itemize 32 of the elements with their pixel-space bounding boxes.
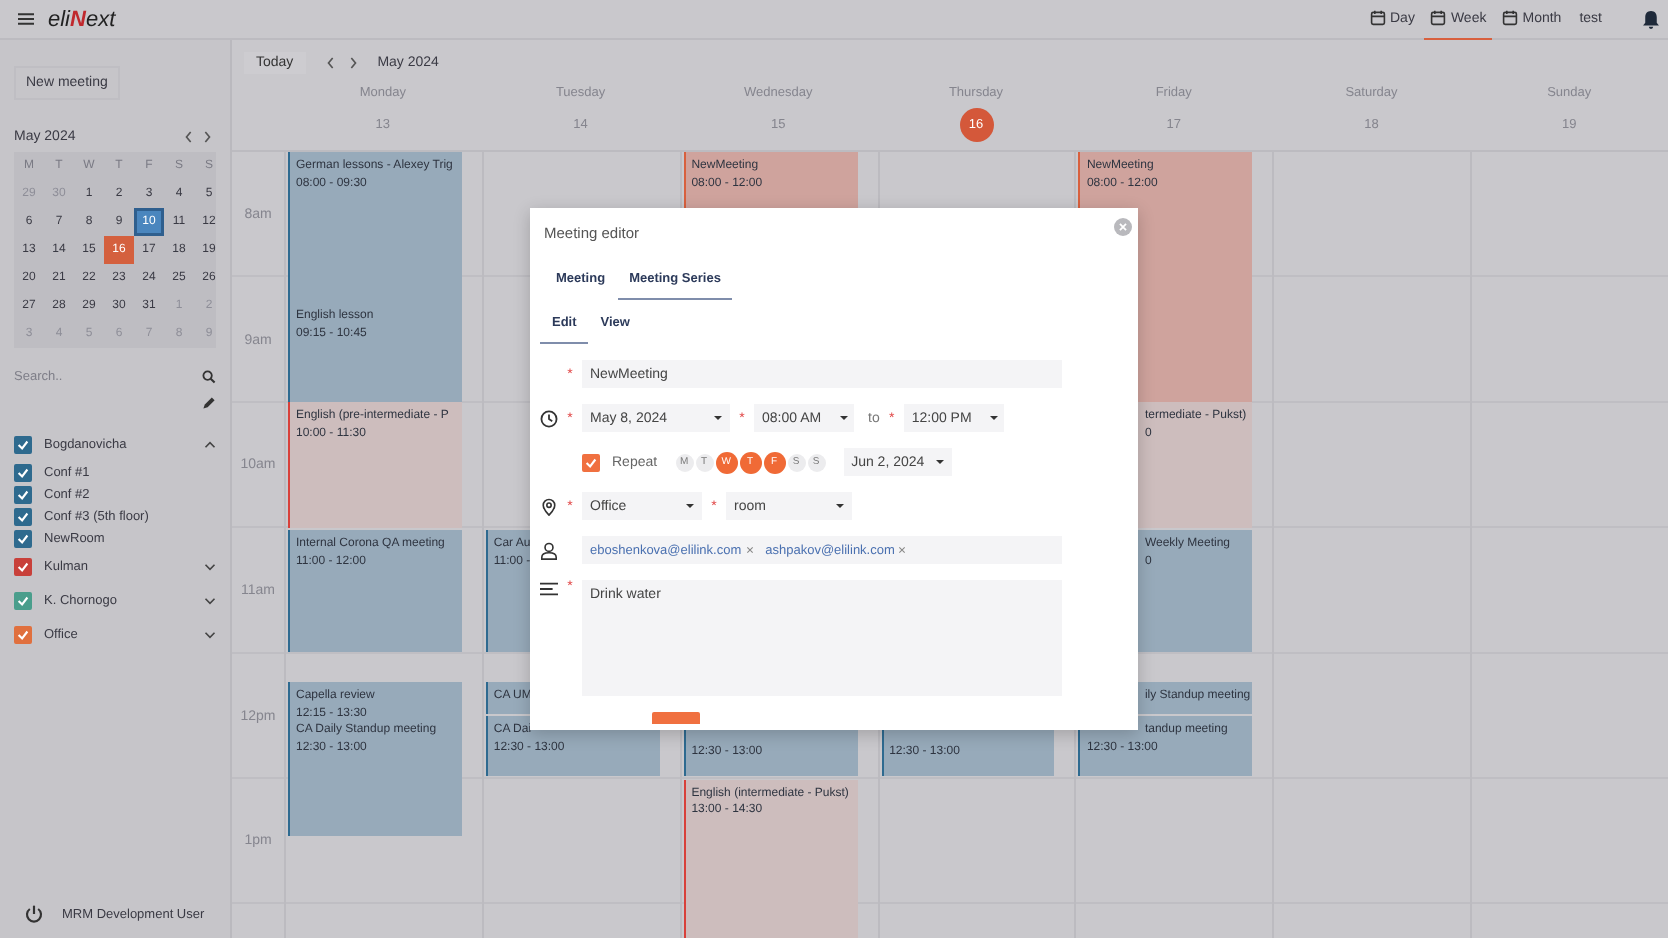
room-checkbox[interactable] xyxy=(14,530,32,548)
repeat-checkbox[interactable] xyxy=(582,453,600,471)
person-icon xyxy=(540,541,558,559)
room-checkbox[interactable] xyxy=(14,508,32,526)
chevron-right-icon[interactable] xyxy=(347,55,358,69)
calendar-checkbox[interactable] xyxy=(14,626,32,644)
chevron-left-icon[interactable] xyxy=(184,130,194,144)
calendar-icon xyxy=(1502,10,1519,26)
clock-icon xyxy=(540,409,558,427)
remove-icon[interactable] xyxy=(745,546,754,554)
menu-icon[interactable] xyxy=(18,12,34,26)
chevron-icon[interactable] xyxy=(204,630,216,640)
chevron-left-icon[interactable] xyxy=(325,55,336,69)
text-lines-icon xyxy=(540,580,558,598)
calendar-icon xyxy=(1430,10,1447,26)
calendar-checkbox[interactable] xyxy=(14,436,32,454)
calendar-checkbox[interactable] xyxy=(14,592,32,610)
chevron-icon[interactable] xyxy=(204,562,216,572)
chevron-icon[interactable] xyxy=(204,440,216,450)
logo: eliNext xyxy=(48,7,116,31)
calendar-checkbox[interactable] xyxy=(14,558,32,576)
power-icon[interactable] xyxy=(24,904,44,924)
bell-icon[interactable] xyxy=(1642,9,1660,29)
room-checkbox[interactable] xyxy=(14,486,32,504)
calendar-icon xyxy=(1370,10,1386,26)
chevron-icon[interactable] xyxy=(204,596,216,606)
pencil-icon[interactable] xyxy=(202,396,216,410)
location-pin-icon xyxy=(540,497,558,515)
room-checkbox[interactable] xyxy=(14,464,32,482)
search-icon[interactable] xyxy=(202,370,216,384)
chevron-right-icon[interactable] xyxy=(202,130,212,144)
remove-icon[interactable] xyxy=(898,546,907,554)
